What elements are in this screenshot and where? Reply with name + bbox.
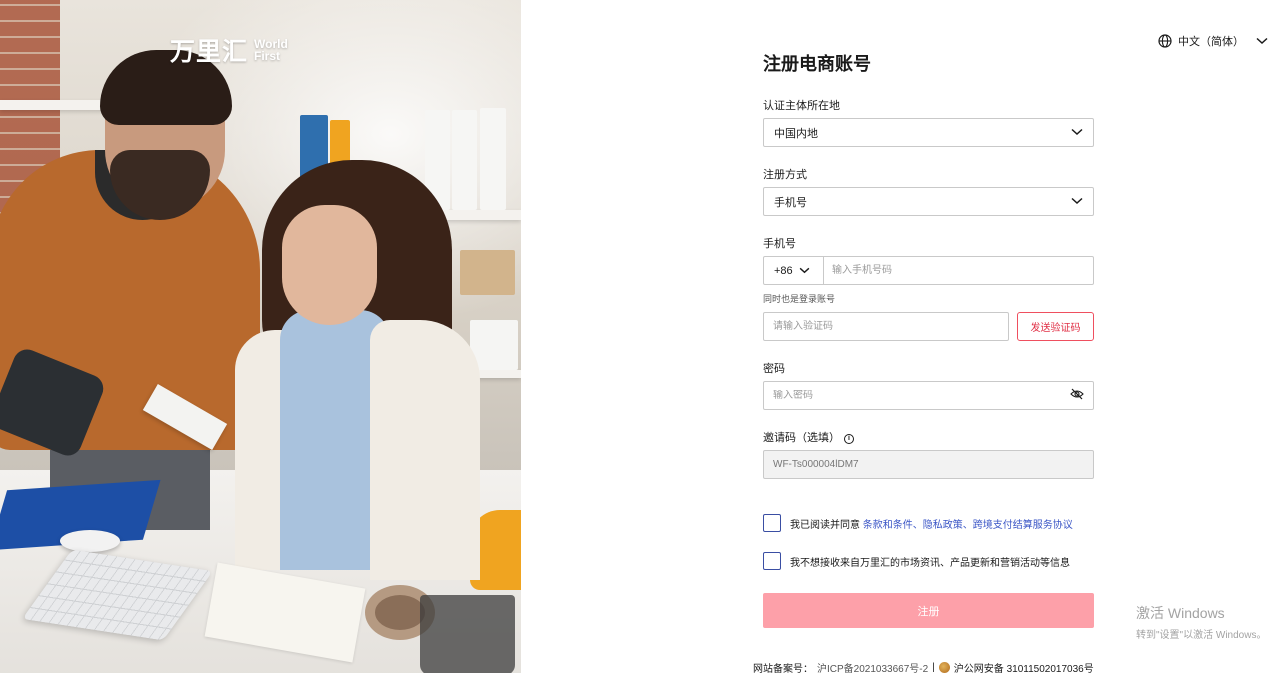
phone-input[interactable]: [824, 257, 1093, 284]
watermark-line1: 激活 Windows: [1136, 605, 1225, 621]
footer-separator: |: [932, 662, 935, 673]
footer: 网站备案号： 沪ICP备2021033667号-2 | 沪公网安备 310115…: [753, 660, 1094, 673]
watermark-line2: 转到"设置"以激活 Windows。: [1136, 630, 1267, 641]
police-badge-icon: [938, 662, 950, 673]
binder: [480, 108, 506, 210]
register-button[interactable]: 注册: [763, 593, 1094, 628]
method-value: 手机号: [774, 196, 807, 209]
chevron-down-icon: [1071, 196, 1083, 208]
verification-code-input[interactable]: [763, 312, 1009, 341]
register-form: 注册电商账号 认证主体所在地 中国内地 注册方式 手机号 手机号 +86 同时也…: [763, 50, 1094, 628]
region-value: 中国内地: [774, 127, 818, 140]
marketing-optout-row: 我不想接收来自万里汇的市场资讯、产品更新和营销活动等信息: [763, 552, 1070, 570]
password-input[interactable]: [773, 390, 1070, 401]
password-label: 密码: [763, 363, 785, 375]
woman-figure: [282, 205, 377, 325]
marketing-optout-checkbox[interactable]: [763, 552, 781, 570]
brand-name-en-line2: First: [254, 49, 281, 63]
terms-links[interactable]: 条款和条件、隐私政策、跨境支付结算服务协议: [863, 520, 1073, 531]
region-select[interactable]: 中国内地: [763, 118, 1094, 147]
agreement-checkbox[interactable]: [763, 514, 781, 532]
cardboard-box: [460, 250, 515, 295]
woman-figure: [370, 320, 480, 580]
invite-label: 邀请码（选填） i: [763, 429, 854, 445]
globe-icon: [1158, 34, 1172, 48]
chevron-down-icon: [1256, 37, 1268, 45]
phone-label: 手机号: [763, 238, 796, 250]
send-code-button[interactable]: 发送验证码: [1017, 312, 1094, 341]
info-icon[interactable]: i: [844, 433, 854, 444]
phone-field-group: +86: [763, 256, 1094, 285]
eye-off-icon[interactable]: [1070, 387, 1084, 405]
binder: [452, 110, 477, 210]
invite-code-value: WF-Ts000004lDM7: [773, 459, 859, 470]
agreement-row: 我已阅读并同意 条款和条件、隐私政策、跨境支付结算服务协议: [763, 514, 1073, 532]
chevron-down-icon: [799, 265, 810, 277]
icp-link[interactable]: 沪ICP备2021033667号-2: [817, 660, 928, 673]
pen-cup: [420, 595, 515, 673]
hero-photo: [0, 0, 521, 673]
language-label: 中文（简体）: [1178, 36, 1244, 48]
brand-name-cn: 万里汇: [170, 37, 249, 66]
country-code-select[interactable]: +86: [764, 257, 824, 284]
invite-code-field: WF-Ts000004lDM7: [763, 450, 1094, 479]
language-selector[interactable]: 中文（简体）: [1158, 33, 1268, 49]
agreement-text: 我已阅读并同意 条款和条件、隐私政策、跨境支付结算服务协议: [790, 516, 1073, 531]
marketing-optout-text: 我不想接收来自万里汇的市场资讯、产品更新和营销活动等信息: [790, 557, 1070, 569]
chevron-down-icon: [1071, 127, 1083, 139]
computer-mouse: [60, 530, 120, 552]
method-select[interactable]: 手机号: [763, 187, 1094, 216]
region-label: 认证主体所在地: [763, 100, 840, 112]
brand-name-en: World First: [254, 38, 288, 62]
page-title: 注册电商账号: [763, 54, 871, 74]
password-field: [763, 381, 1094, 410]
police-link[interactable]: 沪公网安备 31011502017036号: [954, 660, 1094, 673]
agreement-prefix: 我已阅读并同意: [790, 519, 863, 531]
method-label: 注册方式: [763, 169, 807, 181]
icp-label: 网站备案号：: [753, 664, 813, 673]
phone-hint: 同时也是登录账号: [763, 294, 836, 304]
brand-logo: 万里汇 World First: [170, 32, 288, 68]
country-code-value: +86: [774, 264, 793, 277]
invite-label-text: 邀请码（选填）: [763, 432, 840, 444]
windows-activation-watermark: 激活 Windows 转到"设置"以激活 Windows。: [1136, 603, 1266, 641]
